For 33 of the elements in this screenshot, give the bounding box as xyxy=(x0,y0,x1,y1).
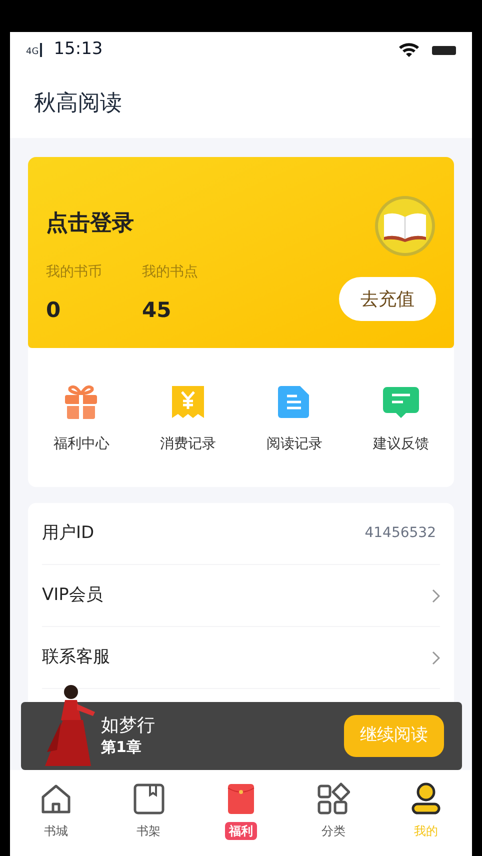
chat-bubble-icon xyxy=(382,384,420,420)
wifi-icon xyxy=(398,42,420,58)
recharge-button[interactable]: 去充值 xyxy=(339,277,436,321)
book-title: 如梦行 xyxy=(101,715,156,738)
receipt-icon xyxy=(170,384,205,420)
shortcut-item[interactable]: 福利中心 xyxy=(28,384,134,455)
login-link[interactable]: 点击登录 xyxy=(46,207,134,240)
shortcut-item[interactable]: 建议反馈 xyxy=(348,384,454,455)
tab[interactable]: 福利 xyxy=(194,782,288,856)
category-grid-icon xyxy=(316,782,350,816)
home-icon xyxy=(39,782,74,816)
document-icon xyxy=(277,384,312,420)
stat-value: 45 xyxy=(142,297,172,324)
battery-icon xyxy=(432,44,456,56)
tab[interactable]: 分类 xyxy=(287,782,380,856)
stat-label: 我的书币 xyxy=(46,263,102,282)
tab[interactable]: 书城 xyxy=(10,782,102,856)
shortcut-item[interactable]: 消费记录 xyxy=(134,384,241,455)
stat-value: 0 xyxy=(46,297,62,324)
stat-label: 我的书点 xyxy=(142,263,198,282)
tab[interactable]: 书架 xyxy=(102,782,195,856)
user-id-value: 41456532 xyxy=(364,524,436,543)
book-avatar-icon xyxy=(374,195,436,257)
now-reading-toast[interactable]: 如梦行 第1章 继续阅读 xyxy=(21,702,462,770)
bookshelf-icon xyxy=(132,782,166,816)
app-title: 秋高阅读 xyxy=(34,90,122,118)
status-time: 15:13 xyxy=(54,38,103,62)
envelope-icon xyxy=(226,782,256,816)
menu-row[interactable]: 用户ID 41456532 xyxy=(42,503,440,565)
menu-row[interactable]: VIP会员 xyxy=(42,565,440,627)
chapter-label: 第1章 xyxy=(101,738,142,757)
gift-icon xyxy=(64,384,98,420)
shortcut-item[interactable]: 阅读记录 xyxy=(241,384,348,455)
